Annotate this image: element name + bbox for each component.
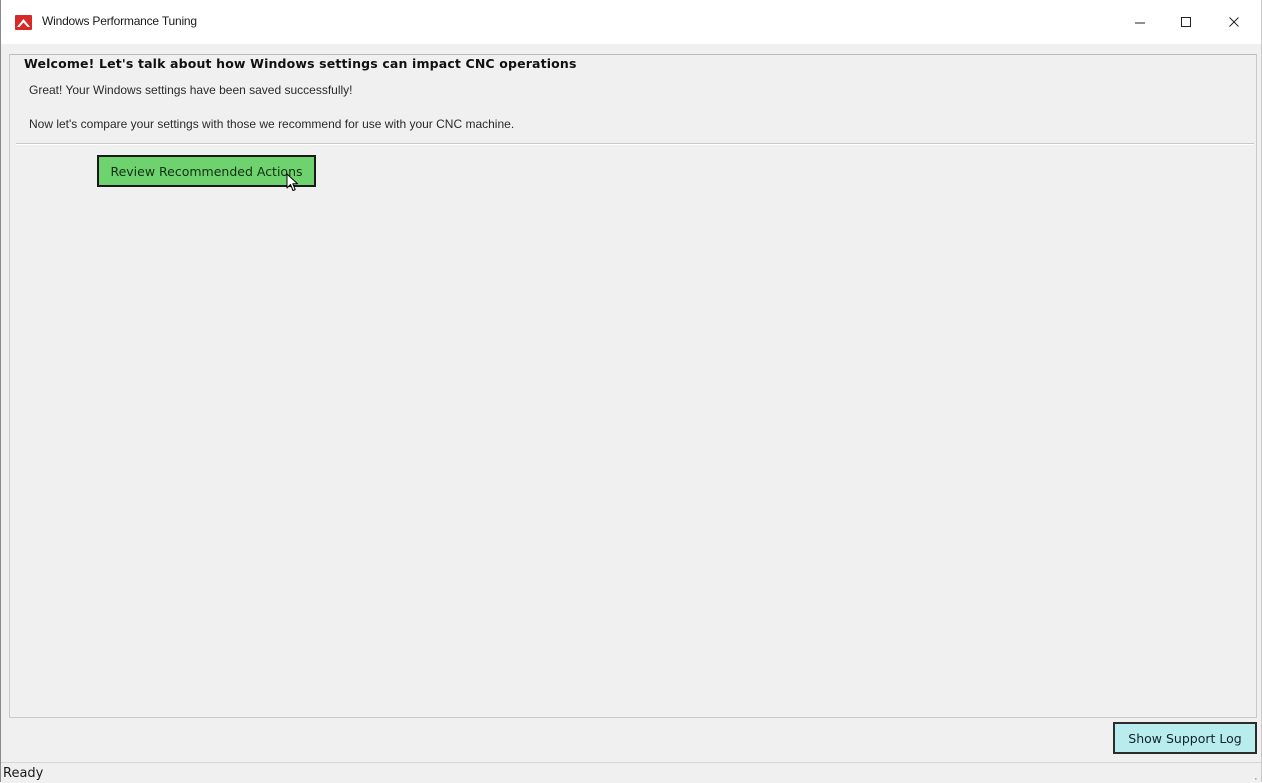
group-title: Welcome! Let's talk about how Windows se…: [18, 56, 585, 71]
divider: [16, 143, 1254, 145]
minimize-icon: [1135, 22, 1145, 24]
status-text: Ready: [3, 766, 44, 781]
mouse-cursor-icon: [286, 173, 298, 191]
close-button[interactable]: [1211, 0, 1257, 44]
review-recommended-actions-button[interactable]: Review Recommended Actions: [97, 155, 316, 187]
compare-message: Now let's compare your settings with tho…: [29, 117, 515, 131]
welcome-group: Welcome! Let's talk about how Windows se…: [9, 54, 1257, 718]
app-logo-icon: [15, 15, 32, 30]
title-bar[interactable]: Windows Performance Tuning: [1, 0, 1261, 44]
footer-area: Show Support Log: [9, 716, 1261, 762]
review-button-label: Review Recommended Actions: [110, 163, 303, 179]
close-icon: [1229, 17, 1239, 27]
status-bar: Ready: [1, 762, 1261, 783]
app-window: Windows Performance Tuning Welcome! Let'…: [0, 0, 1262, 783]
maximize-button[interactable]: [1163, 0, 1209, 44]
window-title: Windows Performance Tuning: [42, 14, 197, 28]
resize-grip-icon[interactable]: [1249, 772, 1257, 780]
show-support-log-button[interactable]: Show Support Log: [1113, 722, 1257, 754]
main-content: Welcome! Let's talk about how Windows se…: [9, 44, 1261, 718]
minimize-button[interactable]: [1117, 0, 1163, 44]
support-log-label: Show Support Log: [1128, 730, 1242, 746]
saved-message: Great! Your Windows settings have been s…: [29, 83, 353, 97]
maximize-icon: [1181, 17, 1191, 27]
